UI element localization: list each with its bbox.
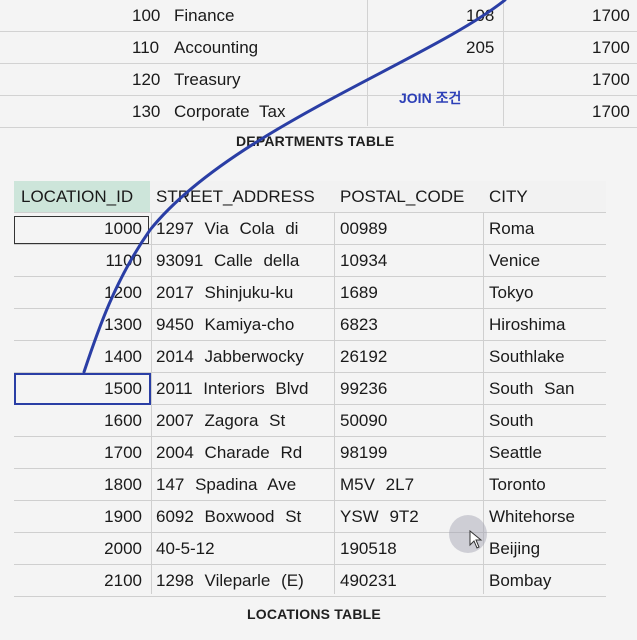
join-connector-line	[82, 0, 507, 374]
mouse-pointer-icon	[469, 530, 483, 549]
